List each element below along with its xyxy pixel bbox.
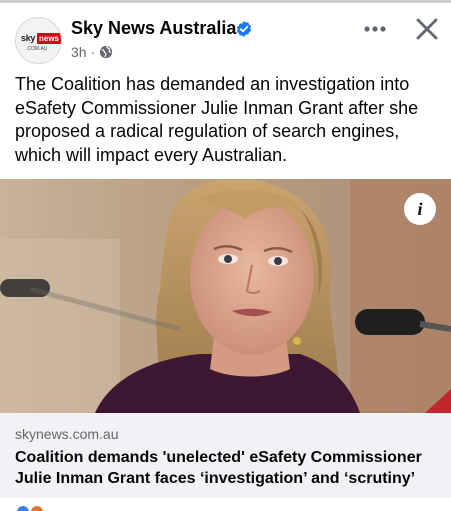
- meta-separator: ·: [90, 44, 96, 60]
- page-avatar[interactable]: sky news .COM.AU: [15, 17, 62, 64]
- logo-domain-text: .COM.AU: [26, 46, 48, 52]
- page-name-link[interactable]: Sky News Australia: [71, 18, 236, 39]
- post-timestamp[interactable]: 3h: [71, 44, 87, 60]
- globe-icon: [100, 45, 113, 59]
- care-reaction-icon: [29, 504, 45, 511]
- post-text: The Coalition has demanded an investigat…: [15, 74, 419, 165]
- sky-news-logo: sky news: [21, 33, 61, 45]
- info-button[interactable]: i: [404, 193, 436, 225]
- more-options-icon[interactable]: [361, 17, 389, 41]
- post-meta: 3h ·: [71, 44, 113, 60]
- reaction-icons[interactable]: [15, 504, 55, 511]
- logo-sky-text: sky: [21, 33, 36, 43]
- link-preview-card[interactable]: skynews.com.au Coalition demands 'unelec…: [0, 413, 451, 498]
- link-headline: Coalition demands 'unelected' eSafety Co…: [15, 449, 422, 487]
- close-icon[interactable]: [413, 15, 441, 43]
- logo-news-text: news: [37, 33, 61, 44]
- link-domain: skynews.com.au: [15, 426, 119, 442]
- post-header: sky news .COM.AU Sky News Australia 3h ·: [0, 3, 451, 65]
- info-icon: i: [417, 198, 423, 219]
- post-image[interactable]: [0, 179, 451, 413]
- portrait-illustration: [0, 179, 451, 413]
- verified-badge-icon: [236, 21, 252, 37]
